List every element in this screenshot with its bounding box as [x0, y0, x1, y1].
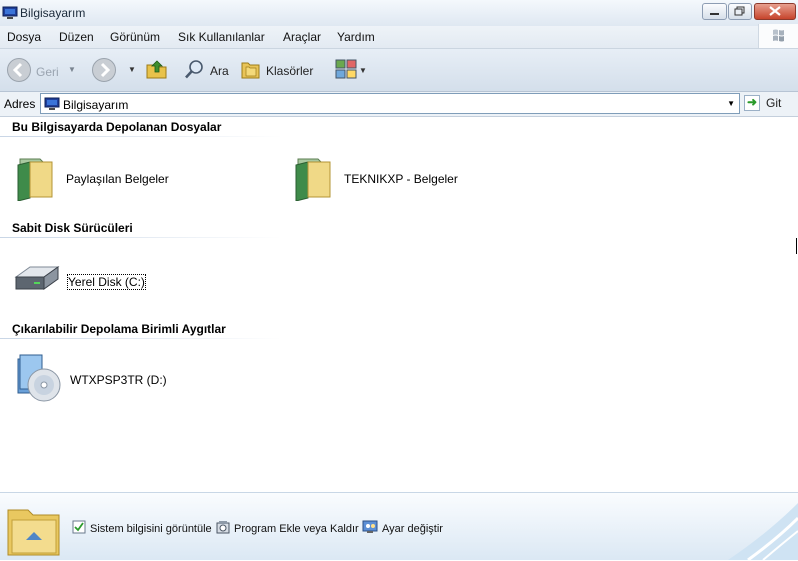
task-change-settings[interactable]: Ayar değiştir [362, 520, 443, 537]
address-bar: Adres Bilgisayarım ▼ ➜ Git [0, 92, 798, 117]
item-label: Paylaşılan Belgeler [66, 171, 169, 186]
views-dropdown-arrow: ▼ [359, 66, 367, 75]
windows-logo-icon [758, 24, 798, 48]
search-icon [184, 58, 206, 83]
toolbar: Geri ▼ ▼ Ara Klasörler ▼ [0, 49, 798, 92]
address-value: Bilgisayarım [63, 98, 129, 112]
folder-icon [14, 153, 58, 204]
address-dropdown-arrow[interactable]: ▼ [727, 99, 735, 108]
views-button[interactable]: ▼ [335, 59, 367, 82]
title-bar: Bilgisayarım [0, 0, 798, 27]
menu-view[interactable]: Görünüm [110, 30, 160, 44]
task-label: Sistem bilgisini görüntüle [90, 522, 212, 535]
back-label: Geri [36, 64, 59, 79]
folders-button[interactable]: Klasörler [240, 58, 313, 83]
address-label: Adres [4, 97, 36, 111]
minimize-button[interactable] [702, 3, 727, 20]
up-folder-icon [145, 57, 169, 84]
back-arrow-icon [6, 57, 32, 86]
forward-arrow-icon [91, 57, 117, 86]
search-button[interactable]: Ara [184, 58, 229, 83]
folders-label: Klasörler [266, 63, 314, 78]
back-dropdown-arrow[interactable]: ▼ [68, 65, 76, 74]
decorative-swoosh [728, 503, 798, 560]
add-remove-programs-icon [216, 520, 230, 537]
file-list: Bu Bilgisayarda Depolanan Dosyalar Payla… [0, 117, 798, 492]
back-button[interactable]: Geri [6, 57, 59, 86]
close-button[interactable] [754, 3, 796, 20]
menu-bar: Dosya Düzen Görünüm Sık Kullanılanlar Ar… [0, 26, 798, 49]
group-header-hard-drives: Sabit Disk Sürücüleri [12, 221, 133, 235]
checklist-icon [72, 520, 86, 537]
my-computer-icon [2, 6, 18, 23]
task-label: Ayar değiştir [382, 522, 443, 535]
control-panel-icon [362, 520, 378, 537]
item-label: Yerel Disk (C:) [67, 273, 146, 290]
group-divider [0, 338, 282, 339]
menu-file[interactable]: Dosya [7, 30, 41, 44]
up-folder-button[interactable] [145, 57, 169, 84]
menu-edit[interactable]: Düzen [59, 30, 94, 44]
task-view-system-info[interactable]: Sistem bilgisini görüntüle [72, 520, 212, 537]
folder-icon [292, 153, 336, 204]
cd-drive-d-item[interactable]: WTXPSP3TR (D:) [14, 353, 167, 406]
address-input[interactable]: Bilgisayarım ▼ [40, 93, 740, 114]
my-computer-icon [44, 97, 60, 114]
hard-disk-icon [14, 263, 60, 300]
forward-dropdown-arrow[interactable]: ▼ [128, 65, 136, 74]
item-label: WTXPSP3TR (D:) [70, 372, 167, 387]
group-header-stored-files: Bu Bilgisayarda Depolanan Dosyalar [12, 120, 222, 134]
teknikxp-documents-item[interactable]: TEKNIKXP - Belgeler [292, 153, 458, 204]
views-icon [335, 59, 357, 82]
task-add-remove-programs[interactable]: Program Ekle veya Kaldır [216, 520, 359, 537]
task-label: Program Ekle veya Kaldır [234, 522, 359, 535]
task-panel: Sistem bilgisini görüntüle Program Ekle … [0, 492, 798, 560]
group-divider [0, 237, 282, 238]
folder-large-icon [6, 502, 62, 561]
go-button[interactable]: ➜ Git [744, 95, 781, 111]
go-label: Git [766, 96, 782, 110]
window-title: Bilgisayarım [20, 6, 86, 20]
item-label: TEKNIKXP - Belgeler [344, 171, 458, 186]
text-cursor [796, 238, 797, 254]
folders-icon [240, 58, 262, 83]
restore-button[interactable] [728, 3, 752, 20]
local-disk-c-item[interactable]: Yerel Disk (C:) [14, 263, 146, 300]
menu-tools[interactable]: Araçlar [283, 30, 321, 44]
menu-help[interactable]: Yardım [337, 30, 375, 44]
forward-button[interactable] [91, 57, 117, 86]
cd-drive-icon [14, 353, 62, 406]
menu-favorites[interactable]: Sık Kullanılanlar [178, 30, 265, 44]
group-divider [0, 136, 282, 137]
group-header-removable-storage: Çıkarılabilir Depolama Birimli Aygıtlar [12, 322, 226, 336]
go-arrow-icon: ➜ [744, 95, 760, 111]
shared-documents-item[interactable]: Paylaşılan Belgeler [14, 153, 169, 204]
search-label: Ara [210, 63, 229, 78]
